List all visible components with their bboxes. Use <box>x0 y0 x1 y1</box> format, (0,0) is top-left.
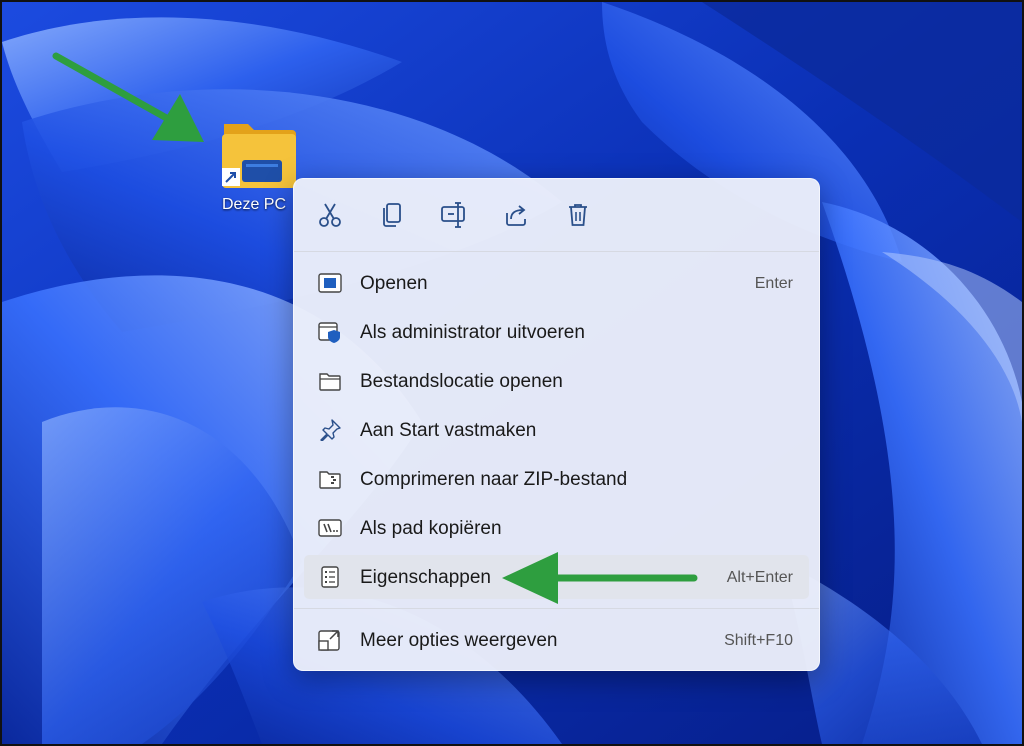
menu-item-label: Meer opties weergeven <box>360 630 558 651</box>
menu-item-label: Als pad kopiëren <box>360 518 502 539</box>
annotation-arrow-desktop <box>52 52 204 142</box>
menu-item-label: Aan Start vastmaken <box>360 420 537 441</box>
pin-icon <box>320 419 341 441</box>
menu-item-run-as-admin[interactable]: Als administrator uitvoeren <box>304 310 809 354</box>
menu-item-label: Als administrator uitvoeren <box>360 322 585 343</box>
menu-item-copy-as-path[interactable]: Als pad kopiëren <box>304 506 809 550</box>
rename-icon <box>441 202 465 228</box>
menu-item-label: Eigenschappen <box>360 567 491 588</box>
menu-item-compress-zip[interactable]: Comprimeren naar ZIP-bestand <box>304 457 809 501</box>
copy-icon <box>383 203 401 227</box>
menu-item-shortcut: Shift+F10 <box>724 632 793 649</box>
open-window-icon <box>318 273 342 293</box>
menu-separator <box>294 608 819 609</box>
menu-item-label: Openen <box>360 273 428 294</box>
context-menu-toolbar <box>294 179 819 251</box>
folder-icon <box>222 124 296 188</box>
cut-button[interactable] <box>312 197 348 233</box>
cut-icon <box>319 203 341 227</box>
menu-item-open-file-location[interactable]: Bestandslocatie openen <box>304 359 809 403</box>
screenshot-frame: Deze PC Openen Enter Als administrator u… <box>0 0 1024 746</box>
menu-item-shortcut: Alt+Enter <box>726 569 793 586</box>
shield-window-icon <box>318 322 340 343</box>
menu-item-shortcut: Enter <box>754 275 793 292</box>
menu-item-label: Bestandslocatie openen <box>360 371 563 392</box>
menu-separator <box>294 251 819 252</box>
share-icon <box>506 205 526 226</box>
share-button[interactable] <box>498 197 534 233</box>
desktop-shortcut[interactable]: Deze PC <box>216 118 300 222</box>
menu-item-pin-to-start[interactable]: Aan Start vastmaken <box>304 408 809 452</box>
copy-path-icon <box>318 519 342 537</box>
annotation-arrow-properties <box>502 552 698 604</box>
menu-item-open[interactable]: Openen Enter <box>304 261 809 305</box>
more-options-icon <box>318 630 340 651</box>
menu-item-show-more-options[interactable]: Meer opties weergeven Shift+F10 <box>304 618 809 662</box>
desktop-icon-label: Deze PC <box>222 196 287 213</box>
delete-button[interactable] <box>560 197 596 233</box>
zip-folder-icon <box>319 471 341 489</box>
copy-button[interactable] <box>374 197 410 233</box>
rename-button[interactable] <box>436 197 472 233</box>
properties-icon <box>321 566 339 588</box>
menu-item-label: Comprimeren naar ZIP-bestand <box>360 469 628 490</box>
delete-icon <box>569 204 587 226</box>
folder-icon <box>319 373 341 391</box>
